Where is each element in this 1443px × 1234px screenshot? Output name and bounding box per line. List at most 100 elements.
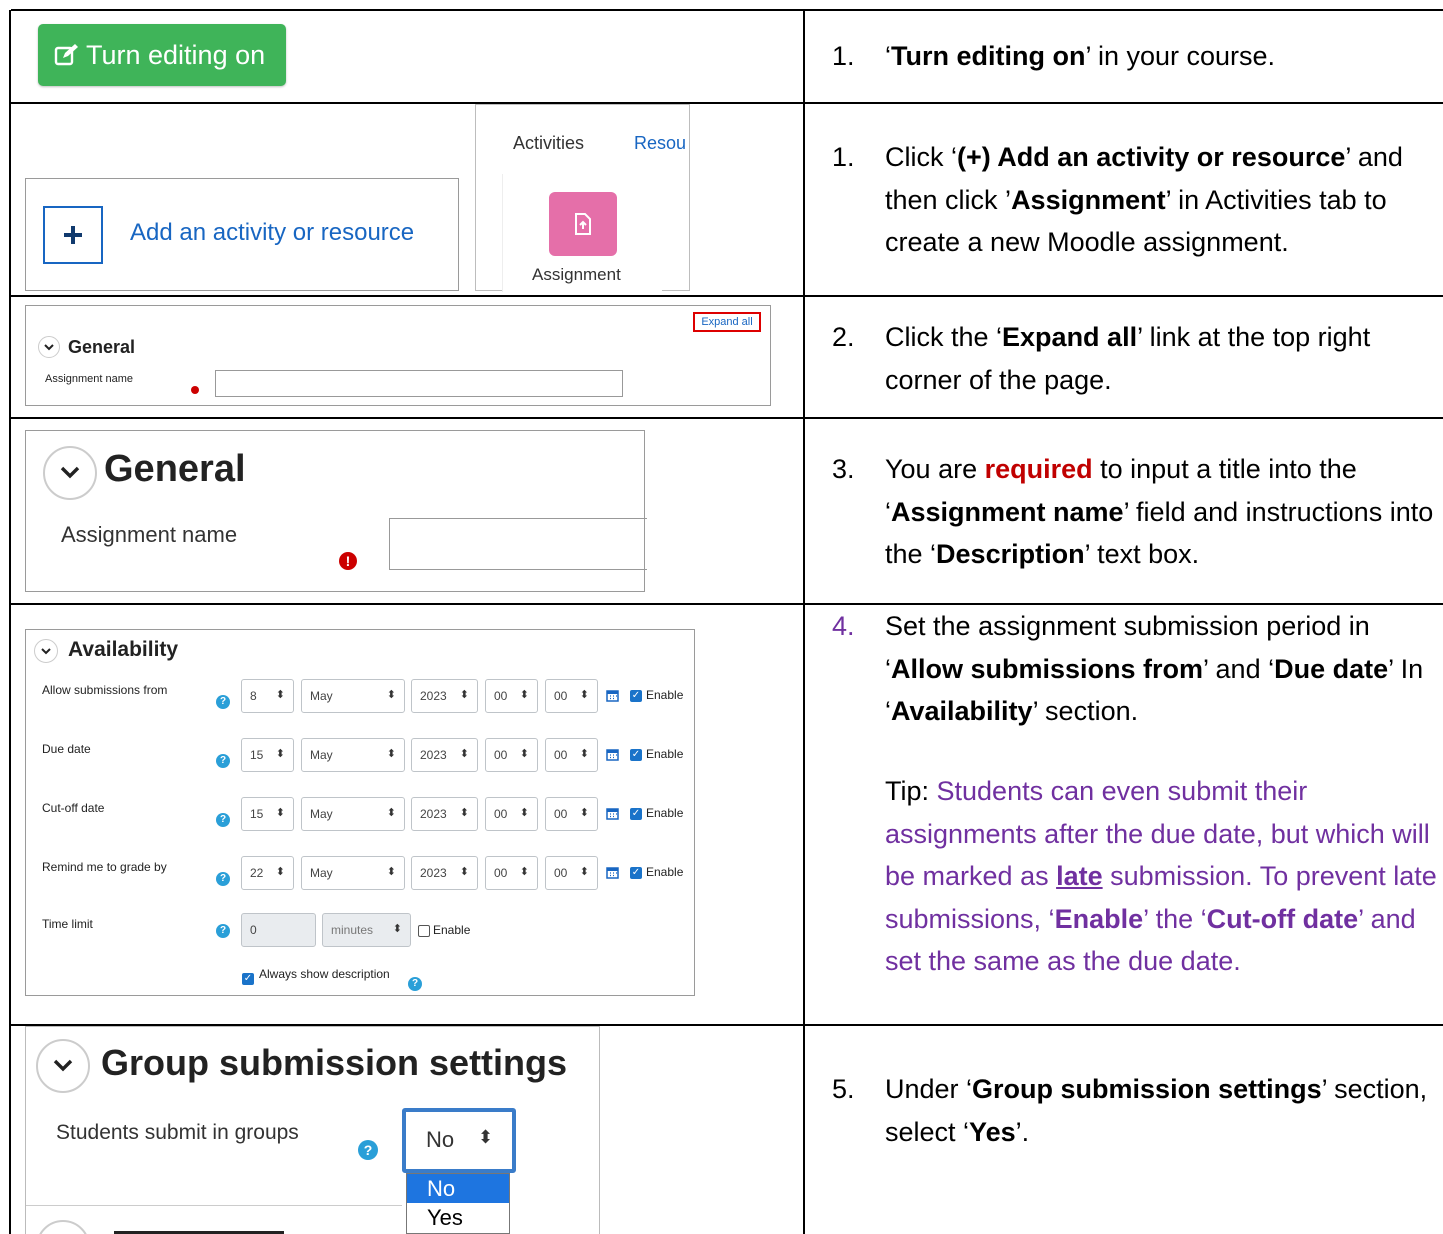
expand-all-link[interactable]: Expand all xyxy=(693,312,761,332)
section-title: Availability xyxy=(68,638,179,661)
hour-select[interactable]: 00 ⬍ xyxy=(485,679,538,713)
step-text: You are required to input a title into t… xyxy=(885,454,1434,569)
year-select[interactable]: 2023 ⬍ xyxy=(411,679,478,713)
chevron-down-icon[interactable] xyxy=(36,1039,90,1093)
chevron-down-icon[interactable] xyxy=(34,639,58,663)
year-select[interactable]: 2023 ⬍ xyxy=(411,797,478,831)
students-submit-in-groups-select[interactable]: No ⬍ xyxy=(402,1108,516,1173)
always-show-checkbox[interactable]: ✓ xyxy=(242,973,254,985)
step-text: Click ‘(+) Add an activity or resource’ … xyxy=(885,142,1403,257)
availability-form: Availability Allow submissions from? 8 ⬍ Ma… xyxy=(25,629,695,996)
day-select[interactable]: 15 ⬍ xyxy=(241,738,294,772)
help-icon[interactable]: ? xyxy=(216,872,230,886)
add-icon xyxy=(43,206,103,264)
year-select[interactable]: 2023 ⬍ xyxy=(411,856,478,890)
step-text: ‘Turn editing on’ in your course. xyxy=(885,41,1276,71)
step-number: 3. xyxy=(832,454,855,484)
step-text: Set the assignment submission period in … xyxy=(885,611,1424,726)
tab-activities[interactable]: Activities xyxy=(513,133,584,154)
chevron-down-icon[interactable] xyxy=(43,446,97,500)
enable-checkbox[interactable]: ✓ xyxy=(630,867,642,879)
required-icon xyxy=(191,386,199,394)
field-label: Assignment name xyxy=(61,522,238,547)
tab-resources[interactable]: Resou xyxy=(634,133,686,154)
assignment-icon[interactable] xyxy=(549,192,617,256)
row-divider xyxy=(11,417,1443,419)
step-number: 4. xyxy=(832,611,855,641)
calendar-icon[interactable] xyxy=(606,748,619,761)
enable-label: Enable xyxy=(433,923,471,937)
step-number: 2. xyxy=(832,322,855,352)
enable-checkbox[interactable]: ✓ xyxy=(630,749,642,761)
step-text: Click the ‘Expand all’ link at the top r… xyxy=(885,322,1371,395)
option-no[interactable]: No xyxy=(407,1174,509,1203)
assignment-label: Assignment xyxy=(532,265,621,284)
section-title: General xyxy=(104,448,246,490)
step-number: 5. xyxy=(832,1074,855,1104)
month-select[interactable]: May ⬍ xyxy=(301,738,405,772)
time-limit-input[interactable]: 0 xyxy=(241,913,316,947)
assignment-name-input[interactable] xyxy=(215,370,623,397)
time-limit-label: Time limit xyxy=(42,917,93,931)
chevron-down-icon[interactable] xyxy=(38,336,60,358)
time-limit-enable-checkbox[interactable] xyxy=(418,925,430,937)
date-row-label: Remind me to grade by xyxy=(42,860,167,874)
calendar-icon[interactable] xyxy=(606,807,619,820)
day-select[interactable]: 15 ⬍ xyxy=(241,797,294,831)
step-number: 1. xyxy=(832,41,855,71)
field-label: Students submit in groups xyxy=(56,1121,299,1144)
step-number: 1. xyxy=(832,142,855,172)
turn-editing-on-button[interactable]: Turn editing on xyxy=(38,24,286,86)
section-title: Group submission settings xyxy=(101,1042,568,1083)
minute-select[interactable]: 00 ⬍ xyxy=(545,797,598,831)
time-limit-unit-select[interactable]: minutes ⬍ xyxy=(322,913,411,947)
assignment-name-input[interactable] xyxy=(389,518,647,570)
section-title: General xyxy=(68,337,136,357)
help-icon[interactable]: ? xyxy=(216,924,230,938)
year-select[interactable]: 2023 ⬍ xyxy=(411,738,478,772)
date-row-label: Cut-off date xyxy=(42,801,105,815)
enable-checkbox[interactable]: ✓ xyxy=(630,808,642,820)
calendar-icon[interactable] xyxy=(606,689,619,702)
required-icon: ! xyxy=(339,552,357,570)
edit-icon xyxy=(54,44,78,66)
day-select[interactable]: 22 ⬍ xyxy=(241,856,294,890)
row-divider xyxy=(11,295,1443,297)
table-border-top xyxy=(11,9,1443,11)
general-form-small: Expand all General Assignment name xyxy=(25,305,771,406)
hour-select[interactable]: 00 ⬍ xyxy=(485,856,538,890)
date-row-label: Allow submissions from xyxy=(42,683,168,697)
next-section-chevron xyxy=(36,1220,90,1234)
step-text: Under ‘Group submission settings’ sectio… xyxy=(885,1074,1428,1147)
minute-select[interactable]: 00 ⬍ xyxy=(545,679,598,713)
option-yes[interactable]: Yes xyxy=(407,1203,509,1233)
turn-editing-on-label: Turn editing on xyxy=(86,39,266,70)
month-select[interactable]: May ⬍ xyxy=(301,856,405,890)
help-icon[interactable]: ? xyxy=(358,1140,378,1160)
activity-chooser: Activities Resou Assignment xyxy=(475,104,690,292)
enable-label: Enable xyxy=(646,806,684,820)
hour-select[interactable]: 00 ⬍ xyxy=(485,738,538,772)
help-icon[interactable]: ? xyxy=(216,754,230,768)
hour-select[interactable]: 00 ⬍ xyxy=(485,797,538,831)
enable-label: Enable xyxy=(646,688,684,702)
help-icon[interactable]: ? xyxy=(216,695,230,709)
add-activity-link[interactable]: Add an activity or resource xyxy=(130,219,414,247)
general-form-large: General Assignment name ! xyxy=(25,430,647,592)
table-border-left xyxy=(9,10,11,1234)
select-value: No xyxy=(426,1127,455,1152)
group-submission-form: Group submission settings Students submi… xyxy=(25,1026,600,1234)
month-select[interactable]: May ⬍ xyxy=(301,797,405,831)
field-label: Assignment name xyxy=(45,373,134,385)
minute-select[interactable]: 00 ⬍ xyxy=(545,856,598,890)
minute-select[interactable]: 00 ⬍ xyxy=(545,738,598,772)
add-activity-card[interactable]: Add an activity or resource xyxy=(25,178,459,291)
enable-checkbox[interactable]: ✓ xyxy=(630,690,642,702)
help-icon[interactable]: ? xyxy=(408,977,422,991)
row-divider xyxy=(11,102,1443,104)
day-select[interactable]: 8 ⬍ xyxy=(241,679,294,713)
help-icon[interactable]: ? xyxy=(216,813,230,827)
calendar-icon[interactable] xyxy=(606,866,619,879)
always-show-label: Always show description xyxy=(259,967,390,981)
month-select[interactable]: May ⬍ xyxy=(301,679,405,713)
